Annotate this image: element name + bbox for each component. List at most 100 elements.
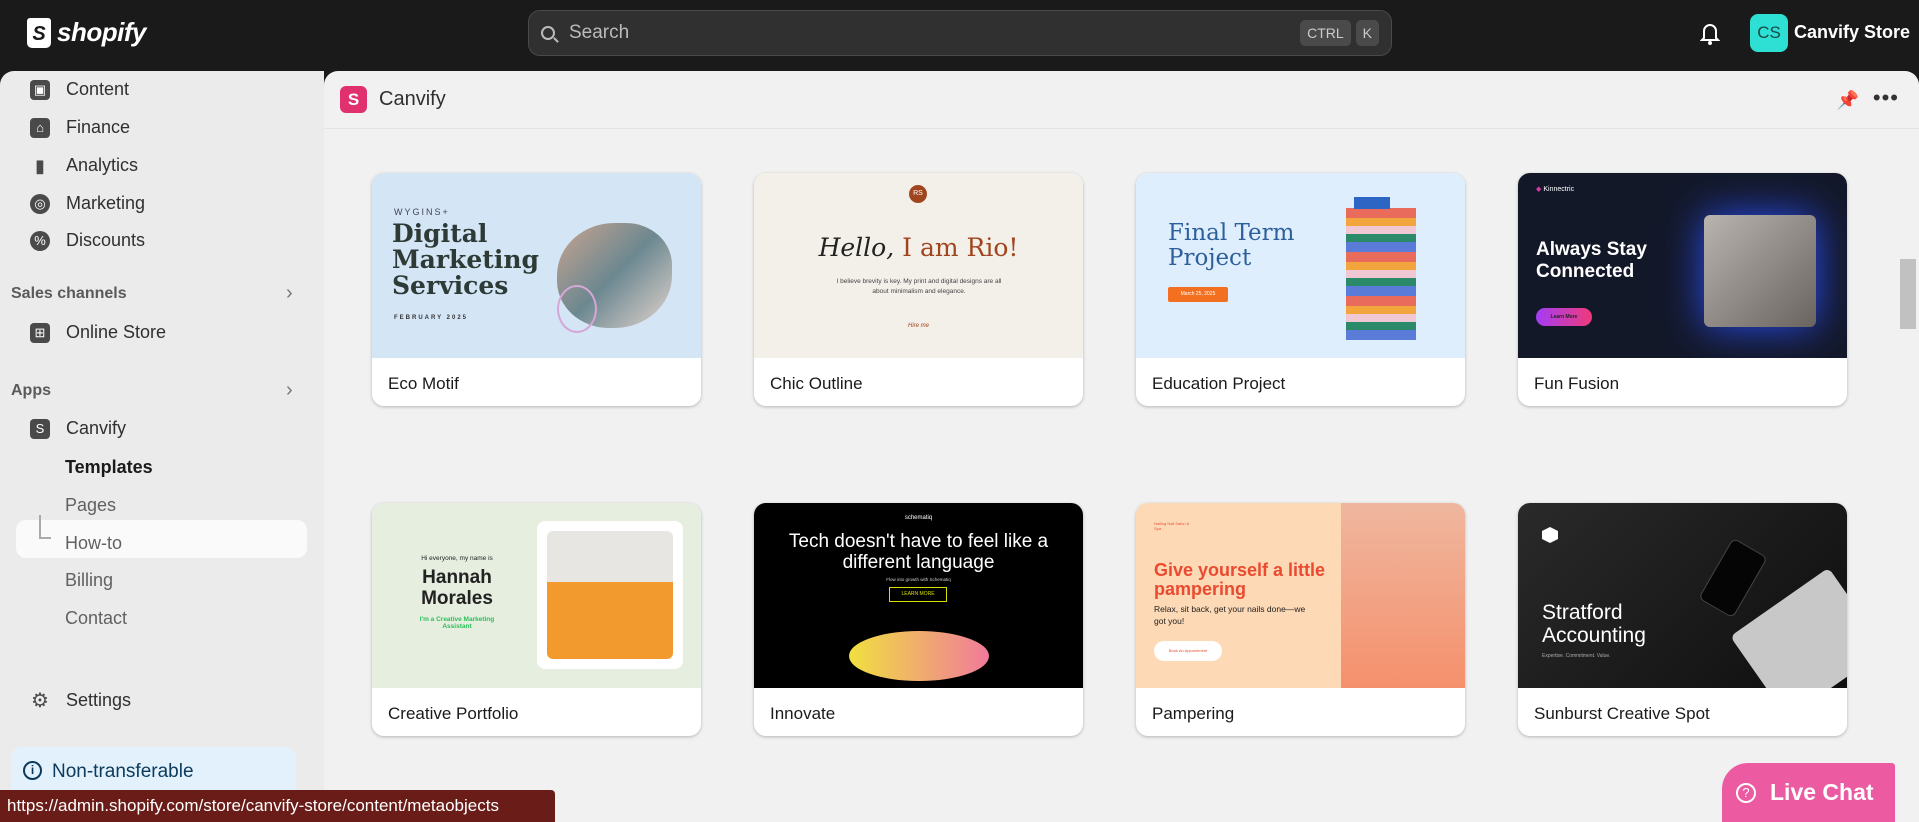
template-name: Creative Portfolio xyxy=(388,704,519,723)
template-card-creative-portfolio[interactable]: Hi everyone, my name is Hannah Morales I… xyxy=(372,503,701,736)
preview-photo xyxy=(1341,503,1465,688)
preview-date: FEBRUARY 2025 xyxy=(394,315,469,321)
template-card-fun-fusion[interactable]: ◆ Kinnectric Always Stay Connected Learn… xyxy=(1518,173,1847,406)
active-item-highlight xyxy=(16,520,307,558)
preview-brand: schematiq xyxy=(904,515,933,521)
template-card-innovate[interactable]: schematiq Tech doesn't have to feel like… xyxy=(754,503,1083,736)
template-card-eco-motif[interactable]: WYGINS+ Digital Marketing Services FEBRU… xyxy=(372,173,701,406)
template-card-sunburst-creative-spot[interactable]: Stratford Accounting Expertise. Commitme… xyxy=(1518,503,1847,736)
store-icon: ⊞ xyxy=(30,322,50,343)
scrollbar[interactable] xyxy=(1897,129,1919,822)
preview-title: Hannah Morales xyxy=(421,567,493,609)
sidebar-item-settings[interactable]: ⚙ Settings xyxy=(30,690,131,711)
preview-subtitle: I'm a Creative Marketing Assistant xyxy=(419,616,495,630)
template-preview: WYGINS+ Digital Marketing Services FEBRU… xyxy=(372,173,701,358)
sidebar-item-content[interactable]: ▣ Content xyxy=(30,79,129,100)
preview-photo xyxy=(1704,215,1816,327)
template-name: Innovate xyxy=(770,704,836,723)
shortcut-ctrl: CTRL xyxy=(1300,20,1351,46)
sidebar-item-pages[interactable]: Pages xyxy=(65,495,116,516)
search-input[interactable]: Search CTRL K xyxy=(528,10,1392,56)
template-name: Education Project xyxy=(1152,374,1286,393)
bell-icon[interactable] xyxy=(1700,20,1720,46)
app-title: Canvify xyxy=(379,88,446,110)
cube-logo-icon xyxy=(1542,527,1558,543)
bar-chart-icon: ▮ xyxy=(35,155,45,176)
sidebar-item-canvify[interactable]: S Canvify xyxy=(30,418,126,439)
preview-button: Learn More xyxy=(1536,308,1592,326)
live-chat-button[interactable]: ? Live Chat xyxy=(1722,763,1895,822)
target-icon: ◎ xyxy=(30,193,50,214)
chevron-right-icon[interactable]: › xyxy=(286,379,293,402)
template-card-chic-outline[interactable]: RS Hello, I am Rio! I believe brevity is… xyxy=(754,173,1083,406)
template-preview: Hi everyone, my name is Hannah Morales I… xyxy=(372,503,701,688)
app-header: S Canvify xyxy=(324,71,1919,129)
chevron-right-icon[interactable]: › xyxy=(286,282,293,305)
preview-photo xyxy=(547,531,673,659)
sidebar-item-analytics[interactable]: ▮ Analytics xyxy=(30,155,138,176)
store-name[interactable]: Canvify Store xyxy=(1794,22,1910,43)
template-preview: Stratford Accounting Expertise. Commitme… xyxy=(1518,503,1847,688)
template-card-pampering[interactable]: Nailing Nail Salon & Spa Give yourself a… xyxy=(1136,503,1465,736)
preview-intro: Hi everyone, my name is xyxy=(421,555,493,562)
bank-icon: ⌂ xyxy=(30,117,50,138)
discount-icon: % xyxy=(30,230,50,251)
scrollbar-thumb[interactable] xyxy=(1900,259,1916,329)
sidebar-item-discounts[interactable]: % Discounts xyxy=(30,230,145,251)
sidebar-item-label: Settings xyxy=(66,690,132,710)
template-preview: ◆ Kinnectric Always Stay Connected Learn… xyxy=(1518,173,1847,358)
sidebar-item-marketing[interactable]: ◎ Marketing xyxy=(30,193,145,214)
preview-title: Tech doesn't have to feel like a differe… xyxy=(788,531,1049,573)
template-preview: schematiq Tech doesn't have to feel like… xyxy=(754,503,1083,688)
sidebar-item-label: Content xyxy=(66,79,130,99)
pin-icon[interactable]: 📌 xyxy=(1837,90,1859,111)
search-placeholder: Search xyxy=(569,22,630,43)
books-image xyxy=(1346,208,1416,340)
sidebar: ▣ Content ⌂ Finance ▮ Analytics ◎ Marketing … xyxy=(0,71,324,822)
preview-body: Flow into growth with Schematiq xyxy=(886,577,951,582)
preview-title: Always Stay Connected xyxy=(1536,239,1647,282)
sidebar-item-finance[interactable]: ⌂ Finance xyxy=(30,117,130,138)
sidebar-item-label: Analytics xyxy=(66,155,139,175)
template-name: Pampering xyxy=(1152,704,1235,723)
sidebar-item-contact[interactable]: Contact xyxy=(65,608,127,629)
canvify-icon: S xyxy=(30,418,50,439)
preview-body: Expertise. Commitment. Value. xyxy=(1542,653,1611,659)
sidebar-item-billing[interactable]: Billing xyxy=(65,570,113,591)
preview-button: Book An Appointment xyxy=(1154,641,1222,661)
shortcut-k: K xyxy=(1355,20,1379,46)
sidebar-item-label: Discounts xyxy=(66,230,146,250)
template-preview: Final Term Project March 25, 2025 xyxy=(1136,173,1465,358)
preview-brand-text: Kinnectric xyxy=(1543,186,1575,193)
top-bar: Sshopify Search CTRL K CS Canvify Store xyxy=(0,0,1919,71)
sidebar-item-templates[interactable]: Templates xyxy=(65,457,153,478)
search-icon xyxy=(541,26,555,40)
main-panel: S Canvify 📌 ••• WYGINS+ Digital Marketin… xyxy=(324,71,1919,822)
phone-image xyxy=(1698,537,1768,619)
more-options-icon[interactable]: ••• xyxy=(1873,85,1899,111)
avatar[interactable]: CS xyxy=(1750,14,1788,52)
preview-title-b: I am Rio! xyxy=(902,233,1019,262)
template-preview: RS Hello, I am Rio! I believe brevity is… xyxy=(754,173,1083,358)
graduation-cap-icon xyxy=(1354,197,1390,209)
illustration xyxy=(849,631,989,681)
template-name: Fun Fusion xyxy=(1534,374,1620,393)
notice-text: Non-transferable xyxy=(52,761,194,782)
status-bar-url: https://admin.shopify.com/store/canvify-… xyxy=(0,790,555,822)
preview-link[interactable]: Hire me xyxy=(754,323,1083,329)
sidebar-item-online-store[interactable]: ⊞ Online Store xyxy=(30,322,166,343)
template-name: Eco Motif xyxy=(388,374,459,393)
preview-body: I believe brevity is key. My print and d… xyxy=(836,278,1002,295)
preview-brand: WYGINS+ xyxy=(394,207,450,217)
info-icon: i xyxy=(23,761,42,780)
shopify-logo[interactable]: Sshopify xyxy=(27,17,146,48)
apps-heading[interactable]: Apps xyxy=(11,382,51,400)
preview-photo-frame xyxy=(537,521,683,669)
canvify-logo-icon: S xyxy=(340,86,367,113)
preview-brand: ◆ Kinnectric xyxy=(1536,185,1574,193)
template-card-education-project[interactable]: Final Term Project March 25, 2025 Educat… xyxy=(1136,173,1465,406)
sidebar-item-how-to[interactable]: How-to xyxy=(65,533,122,554)
decor-circle xyxy=(557,285,597,333)
template-preview: Nailing Nail Salon & Spa Give yourself a… xyxy=(1136,503,1465,688)
sales-channels-heading[interactable]: Sales channels xyxy=(11,285,127,303)
